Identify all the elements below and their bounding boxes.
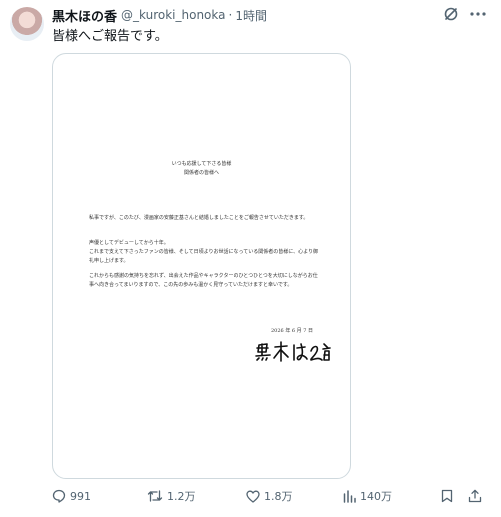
letter-paragraph-2-line1: 声優としてデビューしてから十年。: [89, 240, 169, 246]
repost-button[interactable]: 1.2万: [147, 486, 196, 506]
letter-date: 2026 年 6 月 7 日: [271, 328, 314, 334]
tweet-header: 黒木ほの香 @_kuroki_honoka · 1時間: [52, 6, 267, 25]
letter-heading: いつも応援して下さる皆様 関係者の皆様へ: [53, 160, 350, 178]
views-button[interactable]: 140万: [343, 486, 392, 506]
views-icon: [343, 489, 356, 503]
letter-paragraph-2-line2: これまで支えて下さったファンの皆様、そして日頃よりお世話になっている関係者の皆様…: [89, 249, 319, 264]
reply-icon: [52, 489, 66, 503]
avatar[interactable]: [10, 7, 44, 41]
announcement-letter: いつも応援して下さる皆様 関係者の皆様へ 私事ですが、このたび、漫画家の安藤正基…: [53, 54, 350, 478]
tweet: 黒木ほの香 @_kuroki_honoka · 1時間 皆様へご報告です。 いつ…: [0, 0, 501, 517]
repost-count: 1.2万: [167, 490, 196, 503]
attached-image[interactable]: いつも応援して下さる皆様 関係者の皆様へ 私事ですが、このたび、漫画家の安藤正基…: [52, 53, 351, 479]
timestamp[interactable]: 1時間: [235, 7, 267, 24]
action-bar: 991 1.2万 1.8万 140万: [0, 486, 501, 506]
like-icon: [246, 490, 260, 503]
separator-dot: ·: [228, 8, 233, 22]
like-count: 1.8万: [264, 490, 293, 503]
handwritten-signature: [255, 341, 331, 362]
user-handle[interactable]: @_kuroki_honoka: [121, 8, 225, 22]
letter-paragraph-1: 私事ですが、このたび、漫画家の安藤正基さんと結婚しましたことをご報告させていただ…: [89, 215, 309, 221]
views-count: 140万: [360, 490, 392, 503]
repost-icon: [147, 490, 163, 502]
letter-paragraph-2: 声優としてデビューしてから十年。 これまで支えて下さったファンの皆様、そして日頃…: [89, 239, 321, 266]
share-icon: [468, 489, 482, 503]
display-name[interactable]: 黒木ほの香: [52, 6, 117, 25]
tweet-text: 皆様へご報告です。: [52, 29, 168, 44]
reply-count: 991: [70, 489, 91, 503]
like-button[interactable]: 1.8万: [246, 486, 293, 506]
letter-heading-line2: 関係者の皆様へ: [183, 170, 219, 176]
reply-button[interactable]: 991: [52, 486, 91, 506]
share-button[interactable]: [468, 486, 482, 506]
grok-icon[interactable]: [441, 4, 461, 24]
more-horizontal-icon[interactable]: [467, 4, 489, 24]
letter-paragraph-3: これからも感謝の気持ちを忘れず、出会えた作品やキャラクターのひとつひとつを大切に…: [89, 273, 318, 288]
letter-heading-line1: いつも応援して下さる皆様: [171, 161, 232, 167]
bookmark-button[interactable]: [441, 486, 453, 506]
bookmark-icon: [441, 489, 453, 503]
